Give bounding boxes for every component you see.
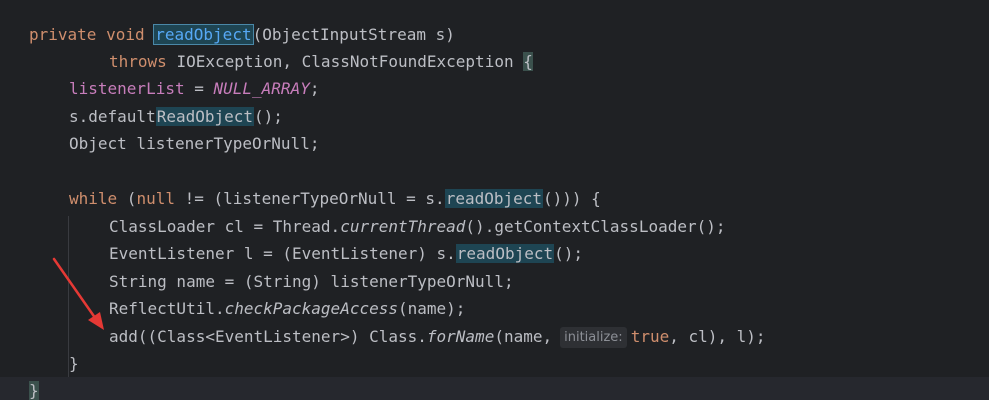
eventlistener-decl: EventListener l = (EventListener) s. xyxy=(109,244,456,263)
keyword-throws: throws xyxy=(109,52,167,71)
code-line-12[interactable]: add((Class<EventListener>) Class.forName… xyxy=(109,323,766,350)
usage-readobject[interactable]: readObject xyxy=(444,189,544,208)
code-line-7[interactable]: while (null != (listenerTypeOrNull = s.r… xyxy=(69,185,601,212)
open-brace: { xyxy=(523,52,533,71)
add-call-end: , cl), l); xyxy=(669,327,766,346)
semicolon: ; xyxy=(309,79,320,98)
method-params: (ObjectInputStream s) xyxy=(252,25,455,44)
code-line-10[interactable]: String name = (String) listenerTypeOrNul… xyxy=(109,268,514,295)
forname-args: (name, xyxy=(494,327,553,346)
code-line-2[interactable]: throws IOException, ClassNotFoundExcepti… xyxy=(109,48,533,75)
code-line-14[interactable]: } xyxy=(0,377,989,400)
call-suffix: (); xyxy=(254,107,283,126)
while-condition: != (listenerTypeOrNull = s. xyxy=(174,189,445,208)
default-prefix: s.default xyxy=(69,107,156,126)
call-args: (name); xyxy=(397,299,466,318)
code-line-1[interactable]: private void readObject(ObjectInputStrea… xyxy=(29,21,455,48)
paren-open: ( xyxy=(117,189,137,208)
keyword-private: private xyxy=(29,25,97,44)
code-line-3[interactable]: listenerList = NULL_ARRAY; xyxy=(69,75,319,102)
code-line-5[interactable]: Object listenerTypeOrNull; xyxy=(69,130,319,157)
keyword-void: void xyxy=(106,25,145,44)
code-line-11[interactable]: ReflectUtil.checkPackageAccess(name); xyxy=(109,295,465,322)
string-name-decl: String name = (String) listenerTypeOrNul… xyxy=(109,272,514,291)
parameter-hint-initialize: initialize: xyxy=(560,327,627,348)
reflectutil-ref: ReflectUtil. xyxy=(109,299,225,318)
add-call-start: add((Class<EventListener>) Class. xyxy=(109,327,427,346)
keyword-null: null xyxy=(136,189,175,208)
method-name-readobject[interactable]: readObject xyxy=(153,24,254,45)
static-call-forname: forName xyxy=(426,327,495,346)
keyword-true: true xyxy=(630,327,670,346)
while-condition-end: ())) { xyxy=(543,189,601,208)
code-line-4[interactable]: s.defaultReadObject(); xyxy=(69,103,283,130)
close-brace-while: } xyxy=(69,354,79,373)
usage-readobject[interactable]: readObject xyxy=(455,244,555,263)
code-line-13[interactable]: } xyxy=(69,350,79,377)
usage-readobject[interactable]: ReadObject xyxy=(155,107,255,126)
const-null-array: NULL_ARRAY xyxy=(213,79,310,98)
throws-list: IOException, ClassNotFoundException xyxy=(176,52,524,71)
assign-op: = xyxy=(184,79,214,98)
static-call-currentthread: currentThread xyxy=(340,217,466,236)
red-arrow-annotation xyxy=(52,257,104,330)
field-listenerlist: listenerList xyxy=(69,79,185,98)
code-line-8[interactable]: ClassLoader cl = Thread.currentThread().… xyxy=(109,213,726,240)
close-brace-method: } xyxy=(29,381,39,400)
code-editor[interactable]: private void readObject(ObjectInputStrea… xyxy=(0,0,989,400)
keyword-while: while xyxy=(69,189,118,208)
code-line-9[interactable]: EventListener l = (EventListener) s.read… xyxy=(109,240,583,267)
static-call-checkpackageaccess: checkPackageAccess xyxy=(224,299,398,318)
classloader-call-end: ().getContextClassLoader(); xyxy=(465,217,726,236)
call-suffix: (); xyxy=(554,244,584,263)
classloader-decl: ClassLoader cl = Thread. xyxy=(109,217,341,236)
local-declaration: Object listenerTypeOrNull; xyxy=(69,134,320,153)
